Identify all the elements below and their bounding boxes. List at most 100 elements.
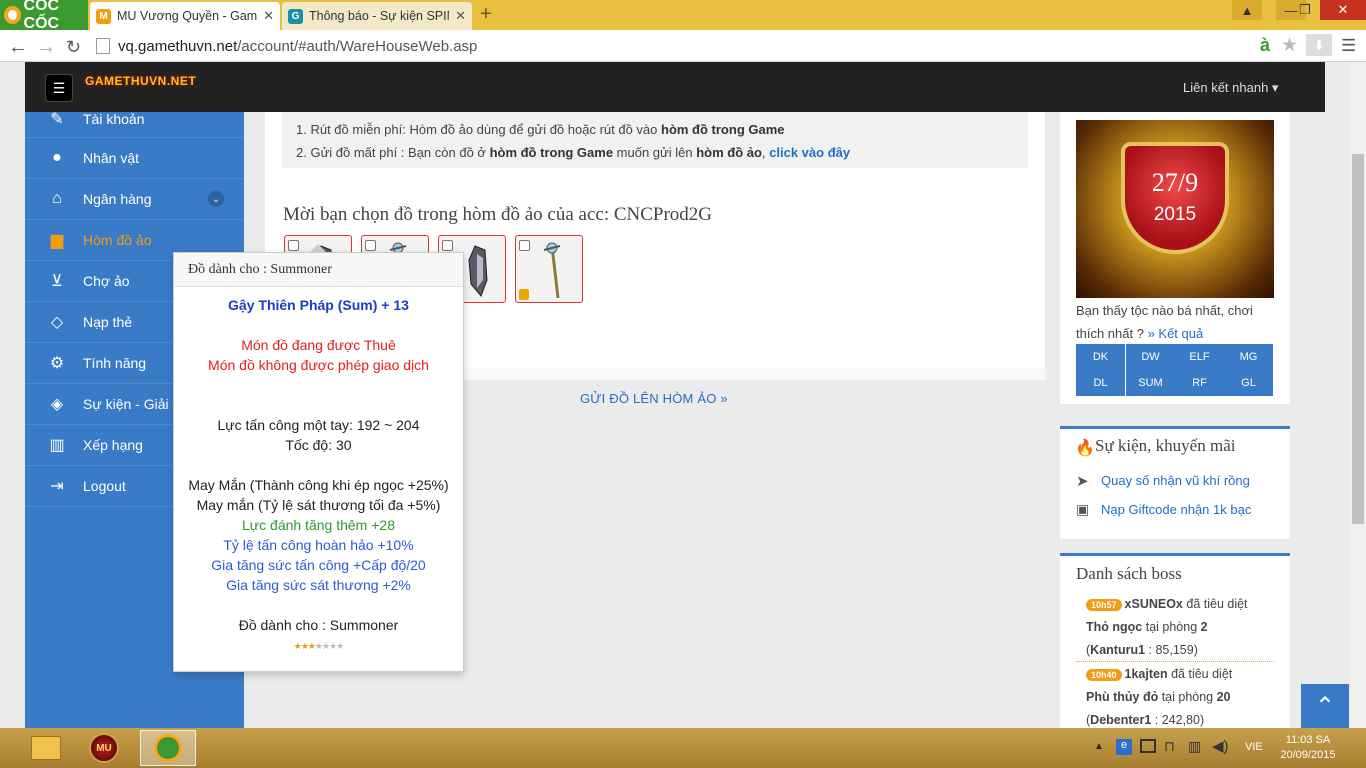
item-checkbox[interactable] — [442, 240, 453, 251]
system-clock[interactable]: 11:03 SA 20/09/2015 — [1278, 733, 1338, 763]
mu-game-icon[interactable]: MU — [76, 730, 132, 766]
g-favicon: G — [288, 8, 303, 24]
bank-icon: ⌂ — [52, 190, 62, 207]
anniversary-shield: 27/9 2015 — [1121, 142, 1229, 254]
scrollbar-thumb[interactable] — [1352, 154, 1364, 524]
item-luck-1: May Mắn (Thành công khi ép ngọc +25%) — [188, 477, 449, 493]
item-checkbox[interactable] — [365, 240, 376, 251]
logout-icon: ⇥ — [50, 478, 64, 495]
poll-result-link[interactable]: » Kết quả — [1148, 326, 1204, 341]
tray-volume-icon[interactable]: ◀) — [1212, 737, 1229, 755]
class-button[interactable]: SUM — [1126, 370, 1175, 396]
item-name: Gậy Thiên Pháp (Sum) + 13 — [228, 297, 409, 313]
profile-icon[interactable]: ▲ — [1232, 0, 1262, 20]
bar-chart-icon: ▥ — [49, 437, 65, 454]
url-field[interactable]: vq.gamethuvn.net/account/#auth/WareHouse… — [96, 34, 1336, 58]
item-no-trade: Món đồ không được phép giao dịch — [208, 357, 429, 373]
gears-icon: ⚙ — [49, 355, 65, 372]
user-icon: ● — [52, 149, 62, 166]
reload-icon[interactable]: ↻ — [66, 37, 81, 58]
diamond-icon: ◇ — [50, 314, 64, 331]
close-tab-icon[interactable]: ✕ — [455, 8, 466, 24]
fire-icon: 🔥 — [1075, 440, 1095, 457]
item-slot[interactable] — [515, 235, 583, 303]
menu-icon[interactable]: ☰ — [1341, 36, 1356, 56]
sidebar-item-bank[interactable]: ⌂ Ngân hàng ⌄ — [25, 179, 244, 220]
divider — [1076, 661, 1274, 662]
file-explorer-icon[interactable] — [18, 730, 74, 766]
event-link[interactable]: Quay số nhận vũ khí rồng — [1101, 473, 1250, 488]
boss-entry: 10h40 1kajten đã tiêu diệt — [1086, 667, 1232, 681]
notice-box: 1. Rút đồ miễn phí: Hòm đồ ảo dùng để gử… — [282, 112, 1028, 168]
chevron-down-icon[interactable]: ⌄ — [208, 191, 224, 207]
class-button[interactable]: DW — [1126, 344, 1175, 370]
forward-icon[interactable]: → — [36, 36, 56, 59]
tab-thongbao[interactable]: G Thông báo - Sự kiện SPIN ✕ — [282, 2, 472, 30]
event-link[interactable]: Nạp Giftcode nhận 1k bạc — [1101, 502, 1251, 517]
download-icon[interactable]: ⬇ — [1306, 34, 1332, 56]
gift-icon: ▣ — [1076, 501, 1090, 517]
coccoc-taskbar-icon[interactable] — [140, 730, 196, 766]
site-logo[interactable]: MU GAMETHUVN.NET — [85, 62, 196, 95]
boss-entry: 10h57 xSUNEOx đã tiêu diệt — [1086, 597, 1248, 611]
notice-line-1: 1. Rút đồ miễn phí: Hòm đồ ảo dùng để gử… — [296, 122, 785, 137]
class-button[interactable]: MG — [1224, 344, 1273, 370]
choose-heading: Mời bạn chọn đồ trong hòm đồ ảo của acc:… — [283, 204, 713, 225]
close-tab-icon[interactable]: ✕ — [263, 8, 274, 24]
events-title: Sự kiện, khuyến mãi — [1095, 436, 1236, 455]
item-excellent-3: Gia tăng sức sát thương +2% — [226, 577, 411, 593]
notice-line-2: 2. Gửi đồ mất phí : Bạn còn đồ ở hòm đồ … — [296, 145, 851, 160]
code-icon: ◈ — [50, 396, 64, 413]
tray-expand-icon[interactable]: ▲ — [1094, 741, 1104, 752]
cart-icon: ⊻ — [51, 273, 63, 290]
item-class: Đồ dành cho : Summoner — [238, 617, 399, 633]
item-checkbox[interactable] — [288, 240, 299, 251]
sidebar-item-character[interactable]: ● Nhân vật — [25, 138, 244, 179]
edit-icon: ✎ — [50, 110, 64, 128]
boss-entry-location: (Debenter1 : 242,80) — [1086, 713, 1205, 727]
back-to-top-button[interactable]: ⌃ — [1301, 684, 1349, 728]
taskbar — [0, 728, 1366, 768]
hamburger-icon[interactable]: ☰ — [45, 74, 73, 102]
poll-question: Bạn thấy tộc nào bá nhất, chơi thích nhấ… — [1076, 303, 1253, 341]
item-checkbox[interactable] — [519, 240, 530, 251]
item-option: Lực đánh tăng thêm +28 — [242, 517, 395, 533]
coccoc-extension-icon[interactable]: à — [1260, 35, 1270, 56]
class-button[interactable]: ELF — [1175, 344, 1224, 370]
back-icon[interactable]: ← — [8, 36, 28, 59]
tooltip-header: Đồ dành cho : Summoner — [174, 253, 463, 287]
click-here-link[interactable]: click vào đây — [769, 145, 850, 160]
tray-app-icon[interactable]: e — [1116, 739, 1132, 755]
item-rented: Món đồ đang được Thuê — [241, 337, 396, 353]
scrollbar[interactable] — [1350, 62, 1366, 728]
boss-title: Danh sách boss — [1076, 564, 1182, 583]
item-excellent-2: Gia tăng sức tấn công +Cấp độ/20 — [211, 557, 426, 573]
send-arrow-icon: ➤ — [1076, 473, 1089, 490]
tab-mu[interactable]: M MU Vương Quyền - Game ✕ — [90, 2, 280, 30]
lock-icon — [519, 289, 529, 300]
item-tooltip: Đồ dành cho : Summoner Gậy Thiên Pháp (S… — [173, 244, 464, 672]
bookmark-star-icon[interactable]: ★ — [1281, 34, 1298, 57]
restore-icon[interactable]: ❐ — [1290, 0, 1320, 20]
staff-weapon-icon — [543, 242, 561, 299]
tray-network-icon[interactable]: ▥ — [1188, 738, 1201, 755]
mu-favicon: M — [96, 8, 111, 24]
send-to-warehouse-button[interactable]: GỬI ĐỒ LÊN HÒM ẢO » — [580, 391, 728, 406]
item-attack: Lực tấn công một tay: 192 ~ 204 — [217, 417, 420, 433]
close-window-icon[interactable]: ✕ — [1320, 0, 1366, 20]
class-button[interactable]: DK — [1076, 344, 1125, 370]
coccoc-logo[interactable]: CỐC CỐC — [0, 0, 88, 32]
class-button[interactable]: GL — [1224, 370, 1273, 396]
item-excellent-1: Tỷ lệ tấn công hoàn hảo +10% — [223, 537, 414, 553]
quick-links-dropdown[interactable]: Liên kết nhanh ▾ — [1183, 80, 1278, 96]
class-button[interactable]: RF — [1175, 370, 1224, 396]
coccoc-icon — [4, 6, 21, 24]
language-indicator[interactable]: VIE — [1245, 741, 1263, 753]
sidebar-item-account[interactable]: ✎ Tài khoản — [25, 100, 244, 138]
class-button[interactable]: DL — [1076, 370, 1125, 396]
new-tab-icon[interactable]: + — [480, 3, 492, 26]
tray-usb-icon[interactable]: ⊓ — [1164, 738, 1175, 755]
item-speed: Tốc độ: 30 — [285, 437, 352, 453]
tray-monitor-icon[interactable] — [1140, 739, 1156, 753]
item-stars: ★★★★★★★ — [293, 641, 345, 651]
